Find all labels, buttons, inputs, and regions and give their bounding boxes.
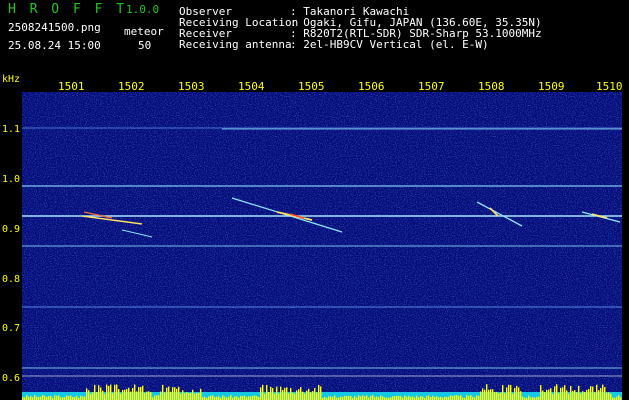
app-version: 1.0.0 (126, 3, 160, 16)
count-value: 50 (138, 39, 152, 52)
y-axis-unit: kHz (2, 74, 21, 85)
y-tick-label: 0.6 (1, 373, 20, 384)
y-tick-label: 0.7 (1, 323, 20, 334)
y-tick-label: 0.9 (1, 224, 20, 235)
date-time: 25.08.24 15:00 (8, 39, 101, 52)
y-tick-label: 1.1 (1, 124, 20, 135)
y-tick-label: 1.0 (1, 174, 20, 185)
y-tick-label: 0.8 (1, 274, 20, 285)
mode-label: meteor (124, 25, 164, 38)
info-label-antenna: Receiving antenna (179, 38, 292, 51)
spectrogram (22, 92, 622, 400)
file-name: 2508241500.png (8, 21, 101, 34)
app-name: H R O F F T (8, 2, 128, 17)
info-value-antenna: : 2el-HB9CV Vertical (el. E-W) (290, 38, 489, 51)
